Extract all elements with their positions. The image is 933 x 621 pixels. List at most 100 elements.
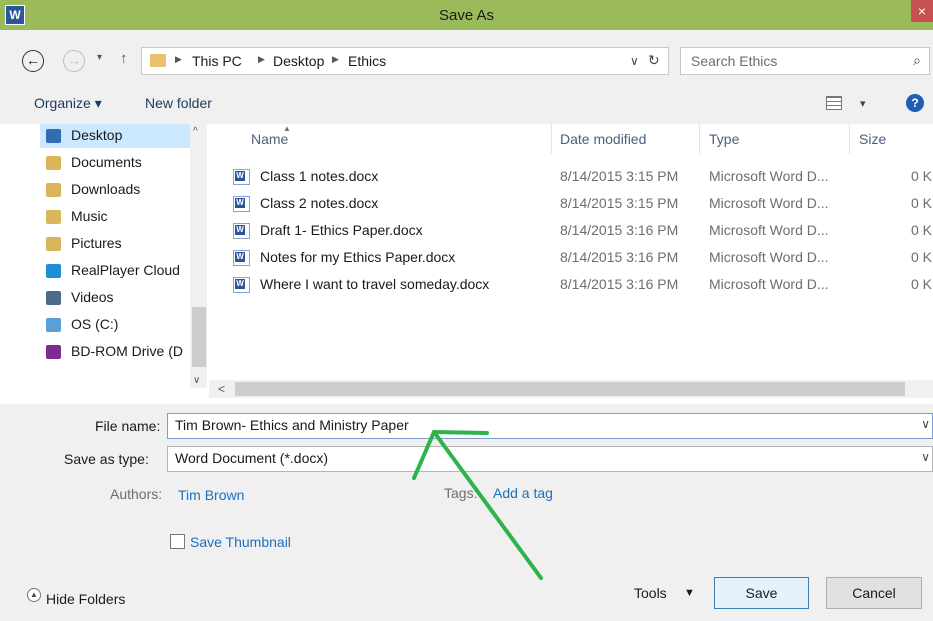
chevron-down-icon[interactable]: ∨ <box>921 450 930 464</box>
word-document-icon <box>233 250 250 266</box>
close-button[interactable]: × <box>911 0 933 22</box>
sidebar-item-label: Videos <box>71 289 114 305</box>
search-placeholder: Search Ethics <box>691 53 778 69</box>
music-folder-icon <box>46 210 61 224</box>
pictures-folder-icon <box>46 237 61 251</box>
column-divider[interactable] <box>849 124 850 154</box>
scrollbar-thumb[interactable] <box>192 307 206 367</box>
column-divider[interactable] <box>699 124 700 154</box>
save-button[interactable]: Save <box>714 577 809 609</box>
address-dropdown-icon[interactable]: ∨ <box>630 54 639 68</box>
file-type: Microsoft Word D... <box>709 276 829 292</box>
search-icon[interactable]: ⌕ <box>913 52 921 69</box>
file-type: Microsoft Word D... <box>709 195 829 211</box>
file-row[interactable]: Class 1 notes.docx 8/14/2015 3:15 PM Micro… <box>233 165 933 189</box>
save-as-type-select[interactable]: Word Document (*.docx) ∨ <box>167 446 933 472</box>
add-tag-link[interactable]: Add a tag <box>493 485 553 501</box>
downloads-folder-icon <box>46 183 61 197</box>
organize-button[interactable]: Organize ▾ <box>34 95 102 112</box>
back-button[interactable]: ← <box>22 50 44 72</box>
navigation-pane: Desktop Documents Downloads Music Pictures Re… <box>0 124 209 404</box>
file-date: 8/14/2015 3:15 PM <box>560 168 679 184</box>
sidebar-item-music[interactable]: Music <box>46 205 206 229</box>
column-header-type[interactable]: Type <box>709 131 739 147</box>
scrollbar-thumb[interactable] <box>235 382 905 396</box>
search-input[interactable]: Search Ethics ⌕ <box>680 47 930 75</box>
new-folder-button[interactable]: New folder <box>145 95 212 111</box>
sidebar-item-bd-rom-drive-d[interactable]: BD-ROM Drive (D <box>46 340 206 364</box>
save-thumbnail-label[interactable]: Save Thumbnail <box>190 534 291 550</box>
save-as-type-label: Save as type: <box>64 451 149 467</box>
tags-label: Tags: <box>444 485 478 501</box>
sidebar-item-label: Pictures <box>71 235 122 251</box>
column-header-date-modified[interactable]: Date modified <box>560 131 646 147</box>
chevron-right-icon: ▶ <box>175 54 182 64</box>
view-options-icon[interactable] <box>826 96 842 110</box>
help-icon[interactable]: ? <box>906 94 924 112</box>
file-name-field[interactable]: Tim Brown- Ethics and Ministry Paper ∨ <box>167 413 933 439</box>
recent-locations-icon[interactable]: ▾ <box>97 52 102 63</box>
forward-button[interactable]: → <box>63 50 85 72</box>
hide-folders-button[interactable]: Hide Folders <box>46 591 125 607</box>
realplayer-cloud-icon <box>46 264 61 278</box>
column-divider[interactable] <box>551 124 552 154</box>
title-bar: W Save As × <box>0 0 933 30</box>
authors-value[interactable]: Tim Brown <box>178 487 244 503</box>
file-list-scrollbar[interactable]: < <box>209 380 933 398</box>
file-row[interactable]: Notes for my Ethics Paper.docx 8/14/2015 … <box>233 246 933 270</box>
file-name: Class 2 notes.docx <box>260 195 379 211</box>
bd-rom-drive-icon <box>46 345 61 359</box>
tools-dropdown-icon[interactable]: ▼ <box>684 587 695 599</box>
file-date: 8/14/2015 3:16 PM <box>560 276 679 292</box>
file-name-value: Tim Brown- Ethics and Ministry Paper <box>175 417 409 433</box>
folder-icon <box>150 54 166 67</box>
hide-folders-icon[interactable]: ▲ <box>27 588 41 602</box>
column-header-name[interactable]: Name <box>251 131 288 147</box>
file-row[interactable]: Draft 1- Ethics Paper.docx 8/14/2015 3:16… <box>233 219 933 243</box>
sidebar-item-os-c[interactable]: OS (C:) <box>46 313 206 337</box>
command-toolbar: Organize ▾ New folder ▾ ? <box>0 86 933 120</box>
file-size: 0 K <box>911 276 933 292</box>
sidebar-item-desktop[interactable]: Desktop <box>40 124 190 148</box>
file-row[interactable]: Where I want to travel someday.docx 8/14/… <box>233 273 933 297</box>
up-arrow-icon[interactable]: ↑ <box>120 50 128 67</box>
chevron-right-icon: ▶ <box>258 54 265 64</box>
chevron-right-icon: ▶ <box>332 54 339 64</box>
address-bar[interactable]: ▶ This PC ▶ Desktop ▶ Ethics ∨ ↻ <box>141 47 669 75</box>
tools-button[interactable]: Tools <box>634 585 667 601</box>
save-thumbnail-checkbox[interactable] <box>170 534 185 549</box>
sidebar-item-realplayer-cloud[interactable]: RealPlayer Cloud <box>46 259 206 283</box>
sidebar-item-label: OS (C:) <box>71 316 119 332</box>
desktop-folder-icon <box>46 129 61 143</box>
column-header-size[interactable]: Size <box>859 131 886 147</box>
file-size: 0 K <box>911 195 933 211</box>
scroll-up-icon[interactable]: ^ <box>193 126 198 137</box>
scroll-down-icon[interactable]: ∨ <box>193 375 200 386</box>
view-dropdown-icon[interactable]: ▾ <box>860 97 866 110</box>
file-name: Draft 1- Ethics Paper.docx <box>260 222 423 238</box>
documents-folder-icon <box>46 156 61 170</box>
file-name: Notes for my Ethics Paper.docx <box>260 249 456 265</box>
sidebar-item-documents[interactable]: Documents <box>46 151 206 175</box>
drive-icon <box>46 318 61 332</box>
refresh-icon[interactable]: ↻ <box>648 52 660 69</box>
sidebar-item-label: Desktop <box>71 127 123 143</box>
breadcrumb-ethics[interactable]: Ethics <box>348 53 386 69</box>
file-row[interactable]: Class 2 notes.docx 8/14/2015 3:15 PM Micro… <box>233 192 933 216</box>
authors-label: Authors: <box>110 486 163 502</box>
sidebar-item-downloads[interactable]: Downloads <box>46 178 206 202</box>
file-name-label: File name: <box>95 418 161 434</box>
file-type: Microsoft Word D... <box>709 249 829 265</box>
chevron-down-icon[interactable]: ∨ <box>921 417 930 431</box>
sidebar-item-label: Music <box>71 208 108 224</box>
file-list: ▲ Name Date modified Type Size Class 1 n… <box>209 124 933 404</box>
sidebar-item-pictures[interactable]: Pictures <box>46 232 206 256</box>
sidebar-item-videos[interactable]: Videos <box>46 286 206 310</box>
cancel-button[interactable]: Cancel <box>826 577 922 609</box>
breadcrumb-this-pc[interactable]: This PC <box>192 53 242 69</box>
file-name: Where I want to travel someday.docx <box>260 276 490 292</box>
scroll-left-icon[interactable]: < <box>218 382 225 396</box>
navigation-scrollbar[interactable]: ^ ∨ <box>190 124 207 388</box>
breadcrumb-desktop[interactable]: Desktop <box>273 53 324 69</box>
word-document-icon <box>233 169 250 185</box>
